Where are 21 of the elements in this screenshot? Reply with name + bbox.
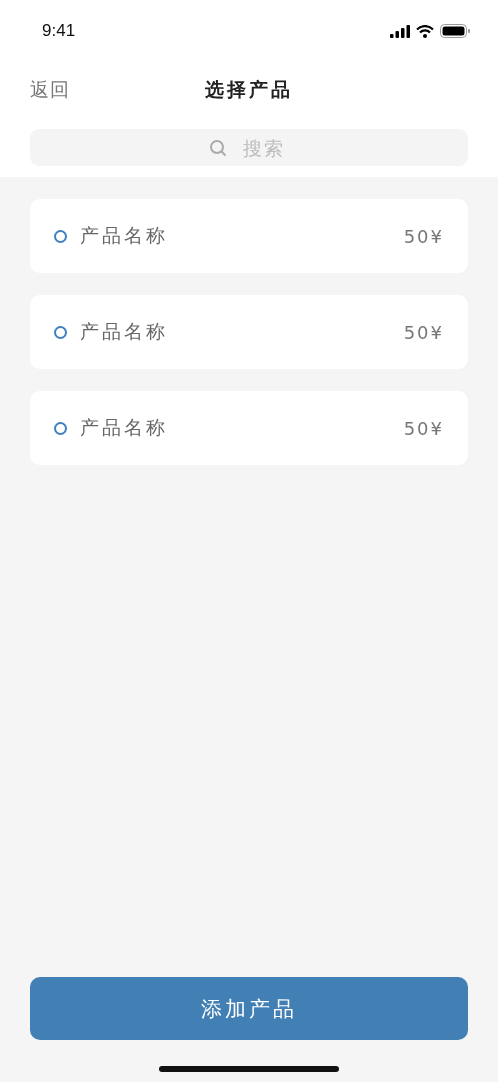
product-name: 产品名称 [80, 415, 169, 440]
product-price: 50¥ [403, 321, 444, 343]
product-item[interactable]: 产品名称 50¥ [30, 295, 468, 369]
battery-icon [440, 24, 470, 38]
product-item[interactable]: 产品名称 50¥ [30, 391, 468, 465]
product-price: 50¥ [403, 225, 444, 247]
search-icon [209, 139, 227, 157]
add-product-button[interactable]: 添加产品 [30, 977, 468, 1040]
product-item[interactable]: 产品名称 50¥ [30, 199, 468, 273]
product-price: 50¥ [403, 417, 444, 439]
signal-icon [390, 24, 410, 38]
search-field[interactable]: 搜索 [30, 129, 468, 166]
page-title: 选择产品 [205, 77, 293, 102]
wifi-icon [416, 24, 434, 38]
radio-button[interactable] [54, 325, 67, 339]
status-time: 9:41 [42, 21, 76, 41]
back-link[interactable]: 返回 [30, 77, 70, 103]
product-name: 产品名称 [80, 319, 169, 344]
radio-button[interactable] [54, 421, 67, 435]
radio-button[interactable] [54, 229, 67, 243]
product-name: 产品名称 [80, 223, 169, 248]
